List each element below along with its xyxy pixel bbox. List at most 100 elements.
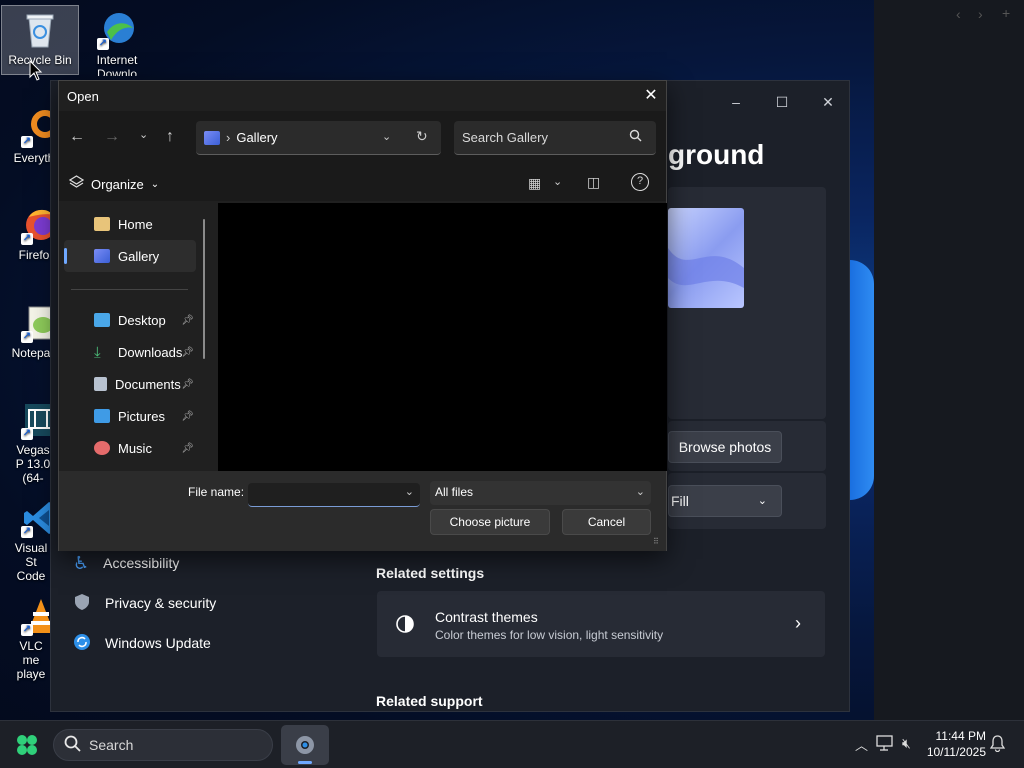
up-arrow-icon[interactable]: ↑	[166, 128, 174, 146]
breadcrumb-chevron-icon: ›	[226, 130, 231, 145]
chevron-left-icon[interactable]: ‹	[956, 6, 961, 22]
dialog-close-button[interactable]: ✕	[639, 85, 663, 109]
clock[interactable]: 11:44 PM 10/11/2025	[922, 728, 986, 760]
desktop-icon-internet-download[interactable]: ↗ Internet Downlo	[78, 10, 156, 76]
gear-icon	[293, 733, 317, 760]
wallpaper-preview	[668, 208, 744, 308]
background-preview-card	[668, 187, 826, 419]
contrast-title: Contrast themes	[435, 609, 538, 625]
contrast-themes-card[interactable]: Contrast themes Color themes for low vis…	[377, 591, 825, 657]
sidebar-item-home[interactable]: Home	[64, 208, 196, 240]
file-type-select[interactable]: All files ⌄	[430, 481, 651, 505]
minimize-button[interactable]: –	[713, 87, 759, 117]
taskbar: Search ︿ 🔇︎ 11:44 PM 10/11/2025	[0, 720, 1024, 768]
music-icon	[94, 441, 110, 455]
navigation-pane: Home Gallery Desktop 📌︎ ⤓ Downloads 📌︎ D…	[59, 203, 218, 471]
nav-privacy-security[interactable]: Privacy & security	[73, 587, 216, 619]
file-list-area[interactable]	[218, 203, 667, 471]
search-icon	[629, 129, 642, 145]
address-text: Gallery	[236, 130, 278, 145]
view-options-icon[interactable]: ▦	[528, 175, 541, 192]
start-button[interactable]	[16, 734, 38, 759]
contrast-subtitle: Color themes for low vision, light sensi…	[435, 628, 664, 642]
download-icon: ⤓	[94, 343, 101, 361]
accessibility-icon: ♿︎	[73, 552, 90, 573]
refresh-icon[interactable]: ↻	[416, 128, 428, 145]
details-pane-icon[interactable]: ◫	[587, 174, 600, 191]
back-arrow-icon[interactable]: ←	[69, 128, 85, 146]
dialog-title: Open	[67, 89, 99, 104]
layers-icon	[68, 175, 85, 193]
gallery-icon	[94, 249, 110, 263]
chevron-down-icon[interactable]: ⌄	[382, 130, 391, 143]
chevron-right-icon[interactable]: ›	[978, 6, 983, 22]
divider	[71, 289, 188, 290]
chevron-down-icon: ⌄	[150, 178, 160, 190]
internet-download-manager-icon: ↗	[97, 10, 137, 50]
sidebar-item-music[interactable]: Music 📌︎	[64, 432, 196, 464]
address-bar[interactable]: › Gallery ⌄ ↻	[196, 121, 441, 155]
notification-bell-icon[interactable]	[989, 735, 1006, 755]
choose-picture-button[interactable]: Choose picture	[430, 509, 550, 535]
wallpaper-bloom	[850, 260, 874, 500]
taskbar-settings-app[interactable]	[281, 725, 329, 765]
nav-scrollbar[interactable]	[203, 219, 205, 359]
desktop-icon	[94, 313, 110, 327]
chevron-right-icon: ›	[795, 613, 801, 633]
pin-icon[interactable]: 📌︎	[181, 443, 194, 454]
search-icon	[64, 735, 81, 755]
pin-icon[interactable]: 📌︎	[181, 347, 194, 358]
pin-icon[interactable]: 📌︎	[181, 411, 194, 422]
resize-grip-icon[interactable]: ⠿	[653, 537, 659, 546]
view-chevron-icon[interactable]: ⌄	[553, 175, 562, 188]
fit-dropdown[interactable]: Fill ⌄	[668, 485, 782, 517]
taskbar-search[interactable]: Search	[53, 729, 273, 761]
file-name-label: File name:	[188, 485, 245, 499]
sidebar-item-desktop[interactable]: Desktop 📌︎	[64, 304, 196, 336]
organize-button[interactable]: Organize ⌄	[68, 175, 160, 193]
clock-time: 11:44 PM	[935, 729, 986, 743]
desktop-icon-label: Internet Downlo	[96, 53, 138, 76]
browse-photos-button[interactable]: Browse photos	[668, 431, 782, 463]
close-button[interactable]: ✕	[805, 87, 851, 117]
chevron-down-icon[interactable]: ⌄	[405, 485, 414, 498]
search-placeholder: Search Gallery	[462, 130, 548, 145]
recycle-bin-icon	[20, 10, 60, 50]
forward-arrow-icon[interactable]: →	[104, 128, 120, 146]
plus-icon[interactable]: +	[1002, 5, 1010, 21]
home-icon	[94, 217, 110, 231]
show-hidden-icons-chevron-icon[interactable]: ︿	[855, 735, 868, 754]
nav-accessibility[interactable]: ♿︎ Accessibility	[73, 547, 179, 579]
file-name-input[interactable]: ⌄	[248, 483, 420, 507]
sidebar-item-downloads[interactable]: ⤓ Downloads 📌︎	[64, 336, 196, 368]
maximize-button[interactable]: ☐	[759, 87, 805, 117]
background-window-strip: ‹ › +	[874, 0, 1024, 720]
volume-muted-icon[interactable]: 🔇︎	[902, 735, 911, 752]
pictures-icon	[94, 409, 110, 423]
sidebar-item-pictures[interactable]: Pictures 📌︎	[64, 400, 196, 432]
sidebar-item-documents[interactable]: Documents 📌︎	[64, 368, 196, 400]
sidebar-item-gallery[interactable]: Gallery	[64, 240, 196, 272]
open-dialog: Open ✕ ← → ⌄ ↑ › Gallery ⌄ ↻ Search Gall…	[58, 80, 667, 551]
pin-icon[interactable]: 📌︎	[181, 315, 194, 326]
chevron-down-icon: ⌄	[757, 495, 767, 507]
recent-locations-chevron-icon[interactable]: ⌄	[139, 128, 148, 141]
page-title: ground	[668, 139, 765, 170]
mouse-cursor-icon	[29, 59, 43, 85]
browse-photos-row: Browse photos	[668, 421, 826, 471]
gallery-icon	[204, 130, 220, 145]
selection-indicator	[64, 248, 67, 264]
network-icon[interactable]	[876, 735, 894, 754]
windows-update-icon	[73, 633, 91, 654]
related-settings-heading: Related settings	[376, 565, 485, 581]
related-support-heading: Related support	[376, 693, 483, 709]
clock-date: 10/11/2025	[926, 745, 986, 759]
chevron-down-icon: ⌄	[635, 486, 645, 498]
pin-icon[interactable]: 📌︎	[181, 379, 194, 390]
active-indicator	[298, 761, 312, 764]
search-input[interactable]: Search Gallery	[454, 121, 656, 155]
help-icon[interactable]: ?	[631, 173, 649, 191]
cancel-button[interactable]: Cancel	[562, 509, 651, 535]
dialog-footer: File name: ⌄ All files ⌄ Choose picture …	[59, 471, 666, 551]
nav-windows-update[interactable]: Windows Update	[73, 627, 211, 659]
